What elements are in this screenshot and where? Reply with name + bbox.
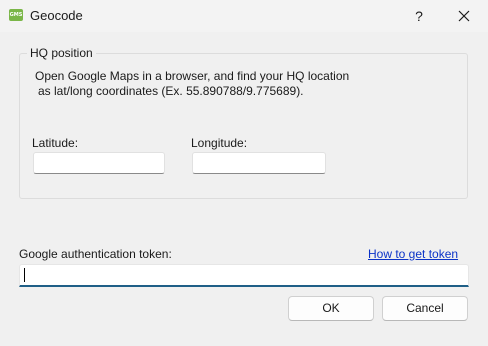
how-to-get-token-link[interactable]: How to get token	[368, 247, 458, 261]
cancel-button[interactable]: Cancel	[382, 296, 468, 321]
title-bar: GMS Geocode ?	[0, 0, 488, 32]
latitude-input[interactable]	[33, 152, 165, 174]
longitude-label: Longitude:	[191, 136, 248, 150]
longitude-input[interactable]	[192, 152, 326, 174]
close-button[interactable]	[449, 4, 479, 28]
text-caret	[24, 268, 25, 282]
hq-position-legend: HQ position	[27, 46, 96, 60]
latitude-label: Latitude:	[32, 136, 79, 150]
help-button[interactable]: ?	[404, 4, 434, 28]
hq-instructions-line-2: as lat/long coordinates (Ex. 55.890788/9…	[38, 84, 304, 98]
token-input[interactable]	[19, 264, 469, 287]
app-icon: GMS	[9, 9, 23, 21]
close-icon	[458, 10, 470, 22]
ok-button[interactable]: OK	[288, 296, 374, 321]
hq-instructions-line-1: Open Google Maps in a browser, and find …	[35, 69, 350, 83]
window-title: Geocode	[30, 8, 83, 23]
token-label: Google authentication token:	[19, 247, 172, 261]
